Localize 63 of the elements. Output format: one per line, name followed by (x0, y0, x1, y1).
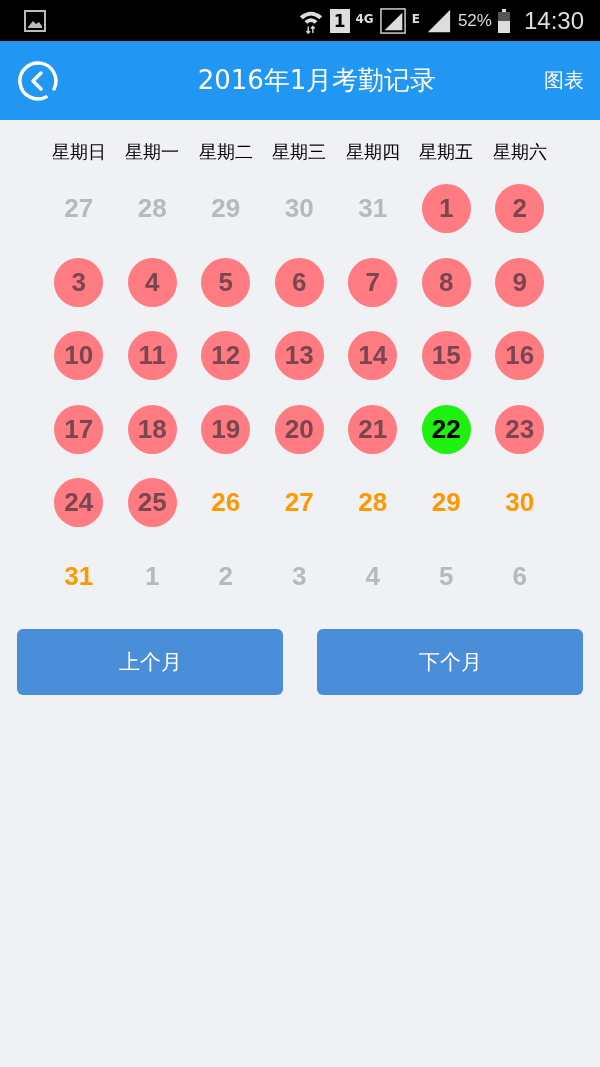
calendar-day[interactable]: 27 (64, 193, 94, 225)
calendar-day[interactable]: 5 (439, 560, 454, 592)
weekday-label: 星期二 (197, 140, 254, 164)
absent-day-marker[interactable]: 25 (127, 478, 177, 528)
back-icon[interactable] (16, 58, 60, 103)
sim-card-icon: 1 (329, 8, 350, 33)
absent-day-marker[interactable]: 5 (201, 257, 251, 307)
absent-day-marker[interactable]: 14 (348, 331, 398, 381)
signal-icon (425, 7, 452, 34)
calendar-day[interactable]: 6 (512, 560, 527, 592)
signal-icon (379, 7, 406, 34)
absent-day-marker[interactable]: 18 (127, 404, 177, 454)
absent-day-marker[interactable]: 20 (274, 404, 324, 454)
absent-day-marker[interactable]: 6 (274, 257, 324, 307)
weekday-label: 星期五 (418, 140, 475, 164)
calendar-day[interactable]: 31 (64, 560, 94, 592)
today-marker[interactable]: 22 (421, 404, 471, 454)
network-type: E (411, 11, 420, 26)
image-icon (24, 9, 46, 32)
absent-day-marker[interactable]: 2 (495, 184, 545, 234)
calendar-day[interactable]: 30 (505, 487, 535, 519)
battery-icon (497, 8, 510, 33)
absent-day-marker[interactable]: 16 (495, 331, 545, 381)
absent-day-marker[interactable]: 8 (421, 257, 471, 307)
weekday-label: 星期三 (271, 140, 328, 164)
absent-day-marker[interactable]: 4 (127, 257, 177, 307)
chart-link[interactable]: 图表 (544, 67, 584, 94)
page-title: 2016年1月考勤记录 (197, 64, 437, 97)
absent-day-marker[interactable]: 7 (348, 257, 398, 307)
absent-day-marker[interactable]: 15 (421, 331, 471, 381)
calendar-day[interactable]: 3 (292, 560, 307, 592)
weekday-label: 星期四 (344, 140, 401, 164)
calendar-day[interactable]: 26 (211, 487, 241, 519)
absent-day-marker[interactable]: 11 (127, 331, 177, 381)
absent-day-marker[interactable]: 23 (495, 404, 545, 454)
absent-day-marker[interactable]: 19 (201, 404, 251, 454)
weekday-label: 星期日 (50, 140, 107, 164)
next-month-button[interactable]: 下个月 (317, 629, 583, 695)
previous-month-button[interactable]: 上个月 (17, 629, 283, 695)
calendar-day[interactable]: 31 (358, 193, 388, 225)
absent-day-marker[interactable]: 13 (274, 331, 324, 381)
calendar-day[interactable]: 28 (358, 487, 388, 519)
absent-day-marker[interactable]: 17 (54, 404, 104, 454)
absent-day-marker[interactable]: 12 (201, 331, 251, 381)
calendar-day[interactable]: 1 (145, 560, 160, 592)
absent-day-marker[interactable]: 9 (495, 257, 545, 307)
absent-day-marker[interactable]: 24 (54, 478, 104, 528)
calendar-day[interactable]: 29 (211, 193, 241, 225)
absent-day-marker[interactable]: 21 (348, 404, 398, 454)
network-type: 4G (355, 11, 374, 26)
calendar-day[interactable]: 28 (137, 193, 167, 225)
calendar-day[interactable]: 4 (365, 560, 380, 592)
absent-day-marker[interactable]: 10 (54, 331, 104, 381)
absent-day-marker[interactable]: 1 (421, 184, 471, 234)
calendar-day[interactable]: 29 (431, 487, 461, 519)
calendar-day[interactable]: 27 (284, 487, 314, 519)
absent-day-marker[interactable]: 3 (54, 257, 104, 307)
clock-time: 14:30 (523, 6, 584, 35)
battery-level: 52% (457, 10, 492, 31)
weekday-label: 星期六 (491, 140, 548, 164)
weekday-label: 星期一 (124, 140, 181, 164)
calendar-day[interactable]: 30 (284, 193, 314, 225)
calendar-day[interactable]: 2 (218, 560, 233, 592)
